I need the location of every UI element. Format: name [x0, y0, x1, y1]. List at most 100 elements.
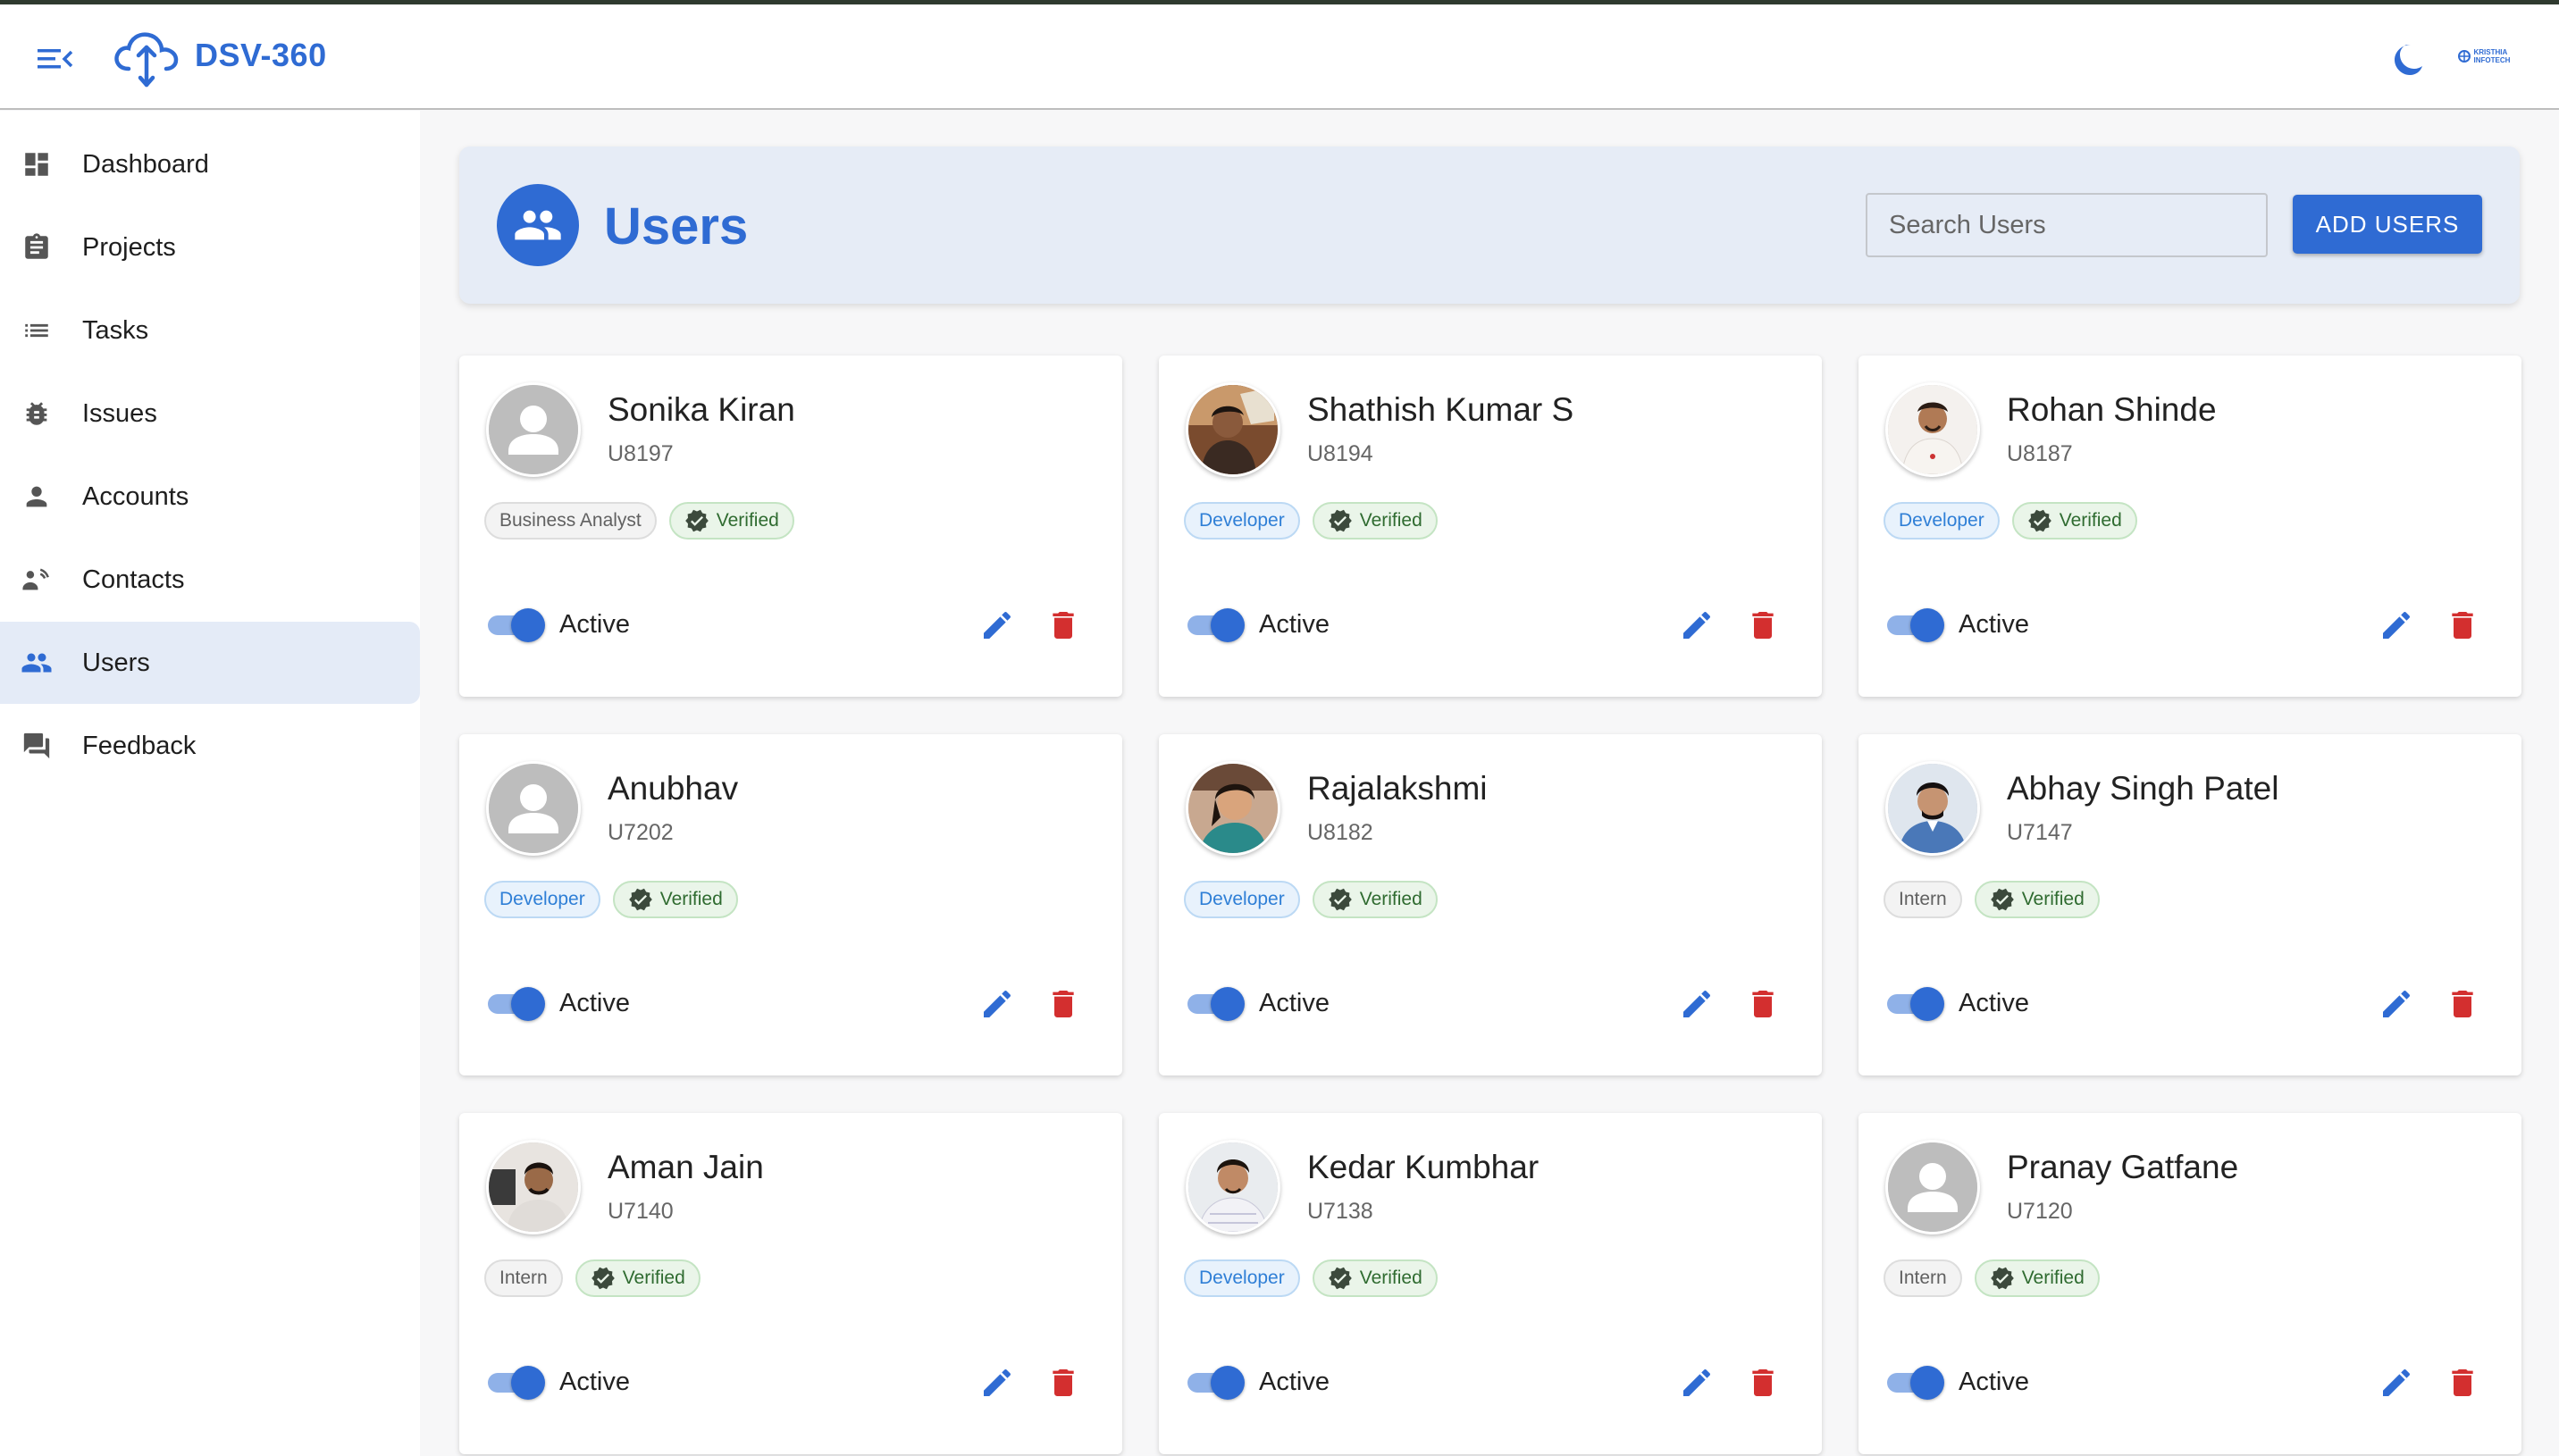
status-label: Active	[559, 1368, 630, 1396]
search-users-input[interactable]	[1866, 193, 2268, 257]
sidebar-item-projects[interactable]: Projects	[0, 206, 420, 289]
user-id: U7120	[2007, 1199, 2073, 1224]
people-icon	[497, 184, 579, 266]
user-photo-avatar	[1186, 382, 1280, 477]
active-status-toggle[interactable]	[1885, 986, 1944, 1022]
verified-badge-icon	[1990, 1267, 2014, 1290]
clipboard-icon	[20, 230, 54, 264]
sidebar-item-issues[interactable]: Issues	[0, 372, 420, 455]
avatar-placeholder	[486, 382, 581, 477]
verified-badge-icon	[628, 888, 652, 911]
user-photo-avatar	[1186, 1140, 1280, 1234]
role-chip: Developer	[1184, 881, 1300, 918]
active-status-toggle[interactable]	[486, 1365, 545, 1401]
role-chip: Developer	[1184, 1259, 1300, 1297]
verified-label: Verified	[2021, 1268, 2085, 1288]
verified-chip: Verified	[612, 881, 738, 918]
delete-trash-icon[interactable]	[1745, 1365, 1781, 1401]
users-header-card: Users ADD USERS	[459, 146, 2520, 304]
verified-badge-icon	[2027, 509, 2051, 532]
edit-pencil-icon[interactable]	[2379, 1365, 2414, 1401]
verified-chip: Verified	[1974, 881, 2100, 918]
app-brand-title: DSV-360	[195, 37, 327, 73]
verified-label: Verified	[2021, 889, 2085, 909]
active-status-toggle[interactable]	[1885, 1365, 1944, 1401]
sidebar-item-accounts[interactable]: Accounts	[0, 456, 420, 538]
edit-pencil-icon[interactable]	[979, 986, 1015, 1022]
user-card: Anubhav U7202 Developer Verified Active	[459, 734, 1122, 1075]
role-chip: Intern	[484, 1259, 563, 1297]
sidebar-item-label: Projects	[82, 232, 176, 262]
user-name: Rajalakshmi	[1307, 770, 1488, 807]
active-status-toggle[interactable]	[1186, 1365, 1245, 1401]
edit-pencil-icon[interactable]	[979, 1365, 1015, 1401]
dark-mode-moon-icon[interactable]	[2386, 40, 2425, 79]
delete-trash-icon[interactable]	[1045, 986, 1081, 1022]
user-id: U7147	[2007, 820, 2073, 845]
verified-label: Verified	[1359, 889, 1422, 909]
user-card: Abhay Singh Patel U7147 Intern Verified …	[1858, 734, 2521, 1075]
status-label: Active	[1259, 610, 1330, 639]
verified-chip: Verified	[1312, 1259, 1438, 1297]
user-id: U8194	[1307, 441, 1373, 466]
sidebar-item-label: Accounts	[82, 481, 189, 511]
status-label: Active	[1959, 610, 2029, 639]
active-status-toggle[interactable]	[1885, 607, 1944, 643]
edit-pencil-icon[interactable]	[979, 607, 1015, 643]
verified-chip: Verified	[575, 1259, 701, 1297]
delete-trash-icon[interactable]	[1045, 1365, 1081, 1401]
delete-trash-icon[interactable]	[1745, 986, 1781, 1022]
add-users-button[interactable]: ADD USERS	[2293, 195, 2482, 254]
menu-collapse-icon[interactable]	[36, 44, 75, 74]
edit-pencil-icon[interactable]	[2379, 986, 2414, 1022]
user-photo-avatar	[1885, 761, 1980, 856]
sidebar-item-label: Tasks	[82, 315, 149, 345]
user-name: Abhay Singh Patel	[2007, 770, 2279, 807]
role-chip: Developer	[1184, 502, 1300, 540]
active-status-toggle[interactable]	[1186, 607, 1245, 643]
organization-avatar[interactable]: KRISTHIA INFOTECH	[2452, 31, 2514, 81]
role-chip: Intern	[1884, 881, 1962, 918]
user-card: Rajalakshmi U8182 Developer Verified Act…	[1159, 734, 1822, 1075]
delete-trash-icon[interactable]	[2445, 1365, 2480, 1401]
verified-badge-icon	[591, 1267, 615, 1290]
delete-trash-icon[interactable]	[1045, 607, 1081, 643]
edit-pencil-icon[interactable]	[1679, 986, 1715, 1022]
status-label: Active	[1259, 989, 1330, 1017]
user-id: U7140	[608, 1199, 674, 1224]
feedback-icon	[20, 729, 54, 763]
edit-pencil-icon[interactable]	[1679, 607, 1715, 643]
sidebar-item-feedback[interactable]: Feedback	[0, 705, 420, 787]
user-name: Kedar Kumbhar	[1307, 1149, 1540, 1185]
verified-chip: Verified	[1312, 502, 1438, 540]
active-status-toggle[interactable]	[486, 607, 545, 643]
sidebar-item-contacts[interactable]: Contacts	[0, 539, 420, 621]
active-status-toggle[interactable]	[486, 986, 545, 1022]
user-name: Shathish Kumar S	[1307, 391, 1574, 428]
user-name: Anubhav	[608, 770, 739, 807]
edit-pencil-icon[interactable]	[1679, 1365, 1715, 1401]
verified-chip: Verified	[1312, 881, 1438, 918]
bug-icon	[20, 397, 54, 431]
org-logo-icon	[2457, 50, 2471, 63]
delete-trash-icon[interactable]	[2445, 607, 2480, 643]
user-id: U8187	[2007, 441, 2073, 466]
edit-pencil-icon[interactable]	[2379, 607, 2414, 643]
sidebar-item-dashboard[interactable]: Dashboard	[0, 123, 420, 205]
page-title: Users	[604, 197, 749, 255]
verified-badge-icon	[684, 509, 709, 532]
user-card: Rohan Shinde U8187 Developer Verified Ac…	[1858, 356, 2521, 697]
user-name: Rohan Shinde	[2007, 391, 2217, 428]
active-status-toggle[interactable]	[1186, 986, 1245, 1022]
role-chip: Developer	[484, 881, 600, 918]
sidebar-item-tasks[interactable]: Tasks	[0, 289, 420, 372]
delete-trash-icon[interactable]	[1745, 607, 1781, 643]
verified-badge-icon	[1328, 509, 1352, 532]
verified-label: Verified	[622, 1268, 685, 1288]
sidebar-item-users[interactable]: Users	[0, 622, 420, 704]
user-name: Sonika Kiran	[608, 391, 795, 428]
sidebar-item-label: Issues	[82, 398, 157, 428]
delete-trash-icon[interactable]	[2445, 986, 2480, 1022]
status-label: Active	[559, 989, 630, 1017]
sidebar-item-label: Contacts	[82, 565, 185, 594]
